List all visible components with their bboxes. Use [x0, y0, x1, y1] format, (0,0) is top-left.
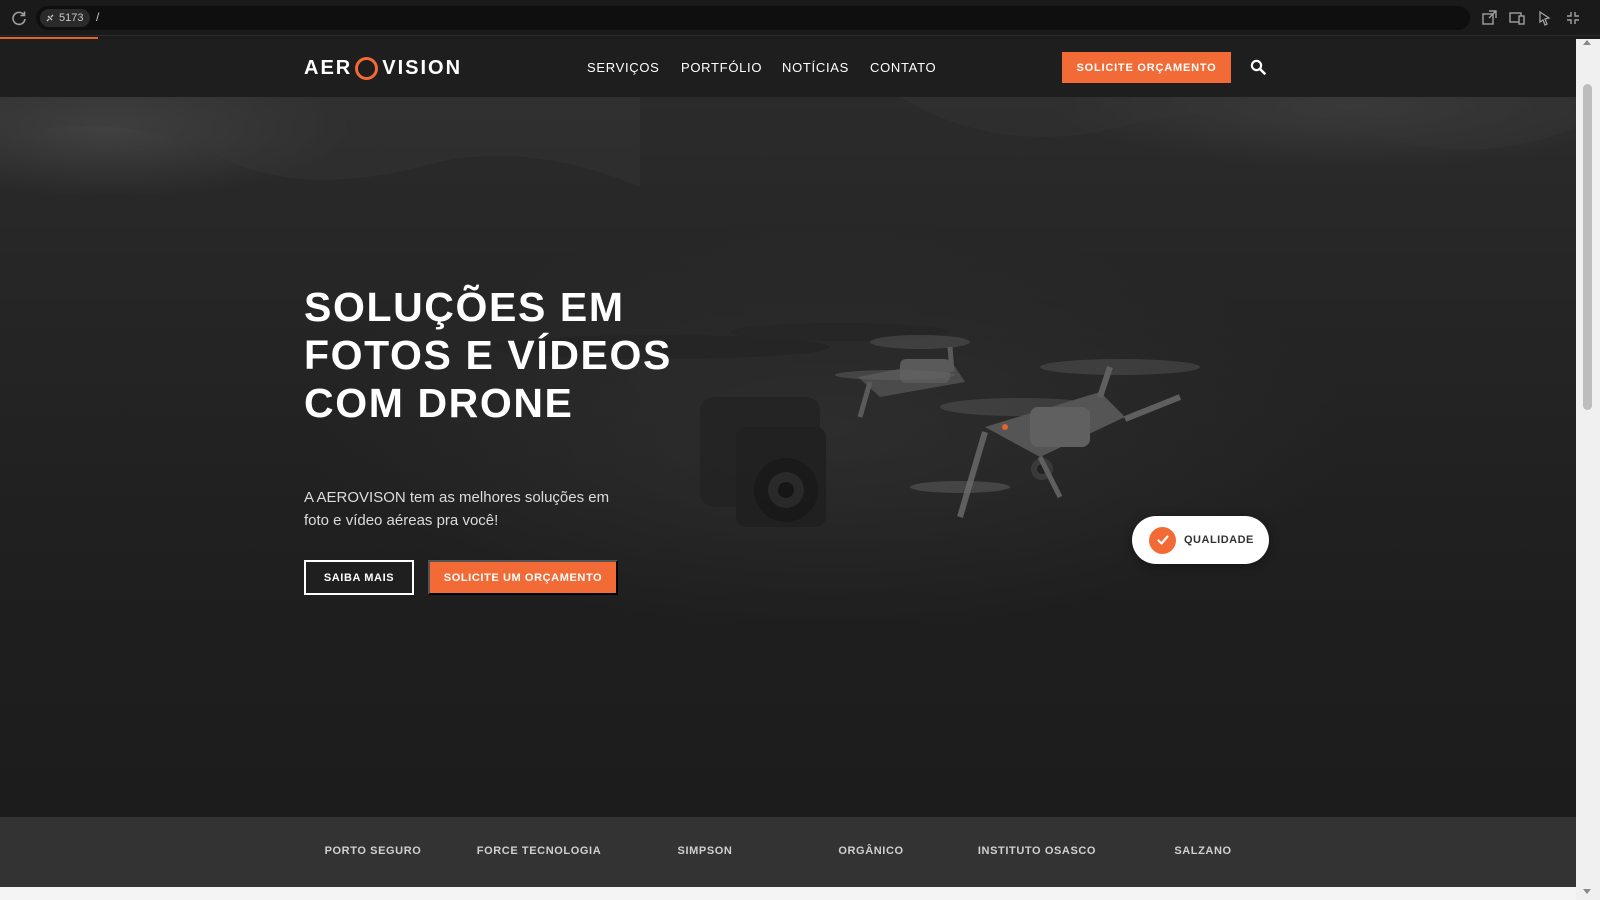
client-logo: SALZANO — [1174, 845, 1232, 857]
scroll-down-arrow-icon[interactable] — [1583, 889, 1591, 894]
request-quote-button[interactable]: SOLICITE ORÇAMENTO — [1062, 52, 1231, 83]
site-navbar: AER VISION SERVIÇOS PORTFÓLIO NOTÍCIAS C… — [0, 39, 1576, 97]
collapse-icon[interactable] — [1564, 9, 1582, 27]
port-label: 5173 — [59, 12, 84, 24]
responsive-devices-icon[interactable] — [1508, 9, 1526, 27]
nav-item-portfolio[interactable]: PORTFÓLIO — [681, 60, 762, 75]
hero-title-line-1: SOLUÇÕES EM — [304, 284, 625, 330]
port-chip[interactable]: 5173 — [40, 9, 91, 27]
logo-ring-icon — [355, 56, 379, 80]
open-external-icon[interactable] — [1480, 9, 1498, 27]
url-path: / — [96, 10, 100, 24]
drone-background-image — [0, 97, 1576, 527]
quality-badge: QUALIDADE — [1132, 516, 1269, 564]
nav-item-contato[interactable]: CONTATO — [870, 60, 936, 75]
reload-icon[interactable] — [10, 9, 28, 27]
hero-subtitle: A AEROVISON tem as melhores soluções em … — [304, 486, 624, 532]
hero-subtitle-line-1: A AEROVISON tem as melhores soluções em — [304, 489, 610, 506]
plug-icon — [46, 14, 54, 22]
logo-text-right: VISION — [382, 56, 463, 79]
hero-section: SOLUÇÕES EM FOTOS E VÍDEOS COM DRONE A A… — [0, 97, 1576, 817]
client-logo: ORGÂNICO — [838, 845, 904, 857]
quality-label: QUALIDADE — [1184, 534, 1254, 546]
client-logo: FORCE TECNOLOGIA — [476, 845, 602, 857]
scrollbar-thumb[interactable] — [1583, 84, 1592, 410]
next-section-edge — [0, 887, 1576, 900]
check-icon — [1149, 526, 1176, 554]
hero-title-line-2: FOTOS E VÍDEOS — [304, 332, 672, 378]
logo-text-left: AER — [304, 56, 353, 79]
scroll-up-arrow-icon[interactable] — [1583, 40, 1591, 45]
browser-toolbar: 5173 / — [0, 0, 1600, 36]
client-logo: PORTO SEGURO — [324, 845, 422, 857]
client-logo: INSTITUTO OSASCO — [977, 845, 1097, 857]
site-logo[interactable]: AER VISION — [304, 55, 462, 81]
nav-item-noticias[interactable]: NOTÍCIAS — [782, 60, 849, 75]
client-logo: SIMPSON — [677, 845, 733, 857]
hero-title-line-3: COM DRONE — [304, 380, 574, 426]
hero-title: SOLUÇÕES EM FOTOS E VÍDEOS COM DRONE — [304, 283, 724, 427]
search-icon[interactable] — [1250, 59, 1266, 75]
page-viewport: AER VISION SERVIÇOS PORTFÓLIO NOTÍCIAS C… — [0, 39, 1576, 900]
nav-item-servicos[interactable]: SERVIÇOS — [587, 60, 660, 75]
learn-more-button[interactable]: SAIBA MAIS — [304, 560, 414, 595]
clients-strip: PORTO SEGURO FORCE TECNOLOGIA SIMPSON OR… — [0, 817, 1576, 887]
request-a-quote-button[interactable]: SOLICITE UM ORÇAMENTO — [428, 560, 618, 595]
inspect-pointer-icon[interactable] — [1536, 9, 1554, 27]
hero-subtitle-line-2: foto e vídeo aéreas pra você! — [304, 512, 499, 529]
address-bar[interactable]: 5173 / — [36, 6, 1470, 30]
